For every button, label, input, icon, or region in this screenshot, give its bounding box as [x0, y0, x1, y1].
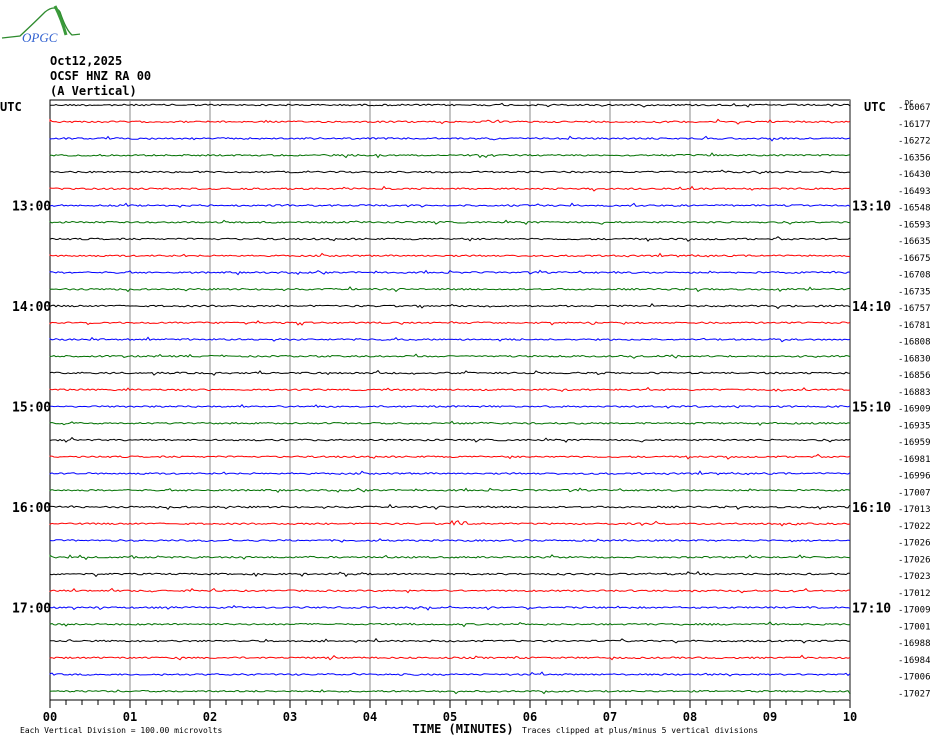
- dc-offset-label: -16272: [898, 137, 930, 147]
- clip-note: Traces clipped at plus/minus 5 vertical …: [522, 726, 758, 735]
- dc-offset-label: -16757: [898, 304, 930, 314]
- dc-offset-label: -16996: [898, 472, 930, 482]
- x-tick-label: 02: [203, 710, 217, 724]
- dc-offset-label: -16493: [898, 187, 930, 197]
- left-hour-label: 16:00: [12, 501, 51, 516]
- dc-offset-label: -16856: [898, 371, 930, 381]
- left-hour-label: 13:00: [12, 200, 51, 215]
- scale-note: Each Vertical Division = 100.00 microvol…: [20, 726, 222, 735]
- left-hour-label: 17:00: [12, 602, 51, 617]
- dc-offset-label: -16935: [898, 421, 930, 431]
- dc-offset-label: -16984: [898, 656, 930, 666]
- dc-offset-label: -16430: [898, 170, 930, 180]
- left-hour-label: 14:00: [12, 300, 51, 315]
- dc-offset-label: -17022: [898, 522, 930, 532]
- dc-offset-label: -16356: [898, 153, 930, 163]
- left-hour-label: 15:00: [12, 401, 51, 416]
- right-hour-label: 17:10: [852, 602, 891, 617]
- dc-header: DC: [905, 99, 913, 107]
- dc-offset-label: -17001: [898, 622, 930, 632]
- dc-offset-label: -16177: [898, 120, 930, 130]
- dc-offset-label: -16959: [898, 438, 930, 448]
- x-tick-label: 04: [363, 710, 377, 724]
- dc-offset-label: -16635: [898, 237, 930, 247]
- dc-offset-label: -17027: [898, 689, 930, 699]
- dc-offset-label: -16909: [898, 405, 930, 415]
- right-hour-label: 13:10: [852, 200, 891, 215]
- right-hour-label: 16:10: [852, 501, 891, 516]
- dc-offset-label: -17023: [898, 572, 930, 582]
- helicorder-chart: -16067 -16177 -16272 -16356 -16430 -16493 -165…: [0, 99, 930, 736]
- dc-offset-label: -16067: [898, 103, 930, 113]
- dc-offset-label: -16781: [898, 321, 930, 331]
- x-axis-title: TIME (MINUTES): [412, 722, 513, 736]
- x-tick-label: 01: [123, 710, 137, 724]
- dc-offset-label: -16988: [898, 639, 930, 649]
- x-tick-label: 09: [763, 710, 777, 724]
- right-hour-label: 14:10: [852, 300, 891, 315]
- dc-offset-label: -16593: [898, 220, 930, 230]
- dc-offset-label: -16830: [898, 354, 930, 364]
- right-hour-label: 15:10: [852, 401, 891, 416]
- x-tick-label: 10: [843, 710, 857, 724]
- dc-offset-label: -17007: [898, 488, 930, 498]
- x-tick-label: 06: [523, 710, 537, 724]
- dc-offset-label: -16548: [898, 204, 930, 214]
- dc-offset-label: -17013: [898, 505, 930, 515]
- dc-offset-label: -16883: [898, 388, 930, 398]
- dc-offset-label: -17012: [898, 589, 930, 599]
- dc-offset-label: -16708: [898, 271, 930, 281]
- x-tick-label: 07: [603, 710, 617, 724]
- dc-offset-label: -16981: [898, 455, 930, 465]
- left-utc-title: UTC: [0, 100, 22, 114]
- right-utc-title: UTC: [864, 100, 886, 114]
- dc-offset-label: -17006: [898, 673, 930, 683]
- dc-offset-label: -17026: [898, 555, 930, 565]
- dc-offset-label: -16808: [898, 338, 930, 348]
- dc-offset-label: -16675: [898, 254, 930, 264]
- dc-offset-label: -17009: [898, 606, 930, 616]
- x-tick-label: 03: [283, 710, 297, 724]
- x-tick-label: 00: [43, 710, 57, 724]
- dc-offset-label: -17026: [898, 539, 930, 549]
- dc-offset-label: -16735: [898, 287, 930, 297]
- x-tick-label: 08: [683, 710, 697, 724]
